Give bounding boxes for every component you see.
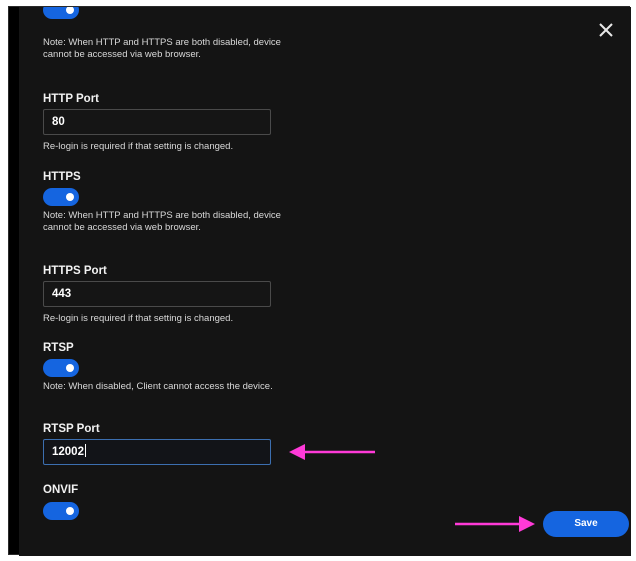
- text-caret: [84, 444, 86, 457]
- https-port-input[interactable]: 443: [43, 281, 271, 307]
- http-port-label: HTTP Port: [43, 93, 100, 105]
- network-settings-panel: Note: When HTTP and HTTPS are both disab…: [19, 7, 631, 556]
- rtsp-port-value: 12002: [52, 446, 84, 458]
- http-toggle[interactable]: [43, 7, 79, 19]
- https-toggle-knob: [66, 193, 74, 201]
- annotation-arrow-right-icon: [455, 516, 535, 532]
- https-note: Note: When HTTP and HTTPS are both disab…: [43, 210, 281, 233]
- rtsp-port-label: RTSP Port: [43, 423, 100, 435]
- onvif-label: ONVIF: [43, 484, 79, 496]
- https-port-hint: Re-login is required if that setting is …: [43, 313, 234, 324]
- close-button[interactable]: [595, 19, 617, 41]
- onvif-toggle-knob: [66, 507, 74, 515]
- rtsp-label: RTSP: [43, 342, 74, 354]
- rtsp-toggle[interactable]: [43, 359, 79, 377]
- onvif-toggle[interactable]: [43, 502, 79, 520]
- dialog-frame: Note: When HTTP and HTTPS are both disab…: [8, 6, 631, 556]
- http-toggle-knob: [66, 7, 74, 14]
- https-label: HTTPS: [43, 171, 81, 183]
- save-button[interactable]: Save: [543, 511, 629, 537]
- annotation-arrow-left-icon: [289, 444, 375, 460]
- http-port-hint: Re-login is required if that setting is …: [43, 141, 234, 152]
- close-icon: [599, 23, 613, 37]
- http-note: Note: When HTTP and HTTPS are both disab…: [43, 37, 281, 60]
- rtsp-toggle-knob: [66, 364, 74, 372]
- http-port-input[interactable]: 80: [43, 109, 271, 135]
- rtsp-note: Note: When disabled, Client cannot acces…: [43, 381, 273, 392]
- https-port-value: 443: [52, 288, 72, 300]
- http-port-value: 80: [52, 116, 65, 128]
- rtsp-port-input[interactable]: 12002: [43, 439, 271, 465]
- https-port-label: HTTPS Port: [43, 265, 107, 277]
- https-toggle[interactable]: [43, 188, 79, 206]
